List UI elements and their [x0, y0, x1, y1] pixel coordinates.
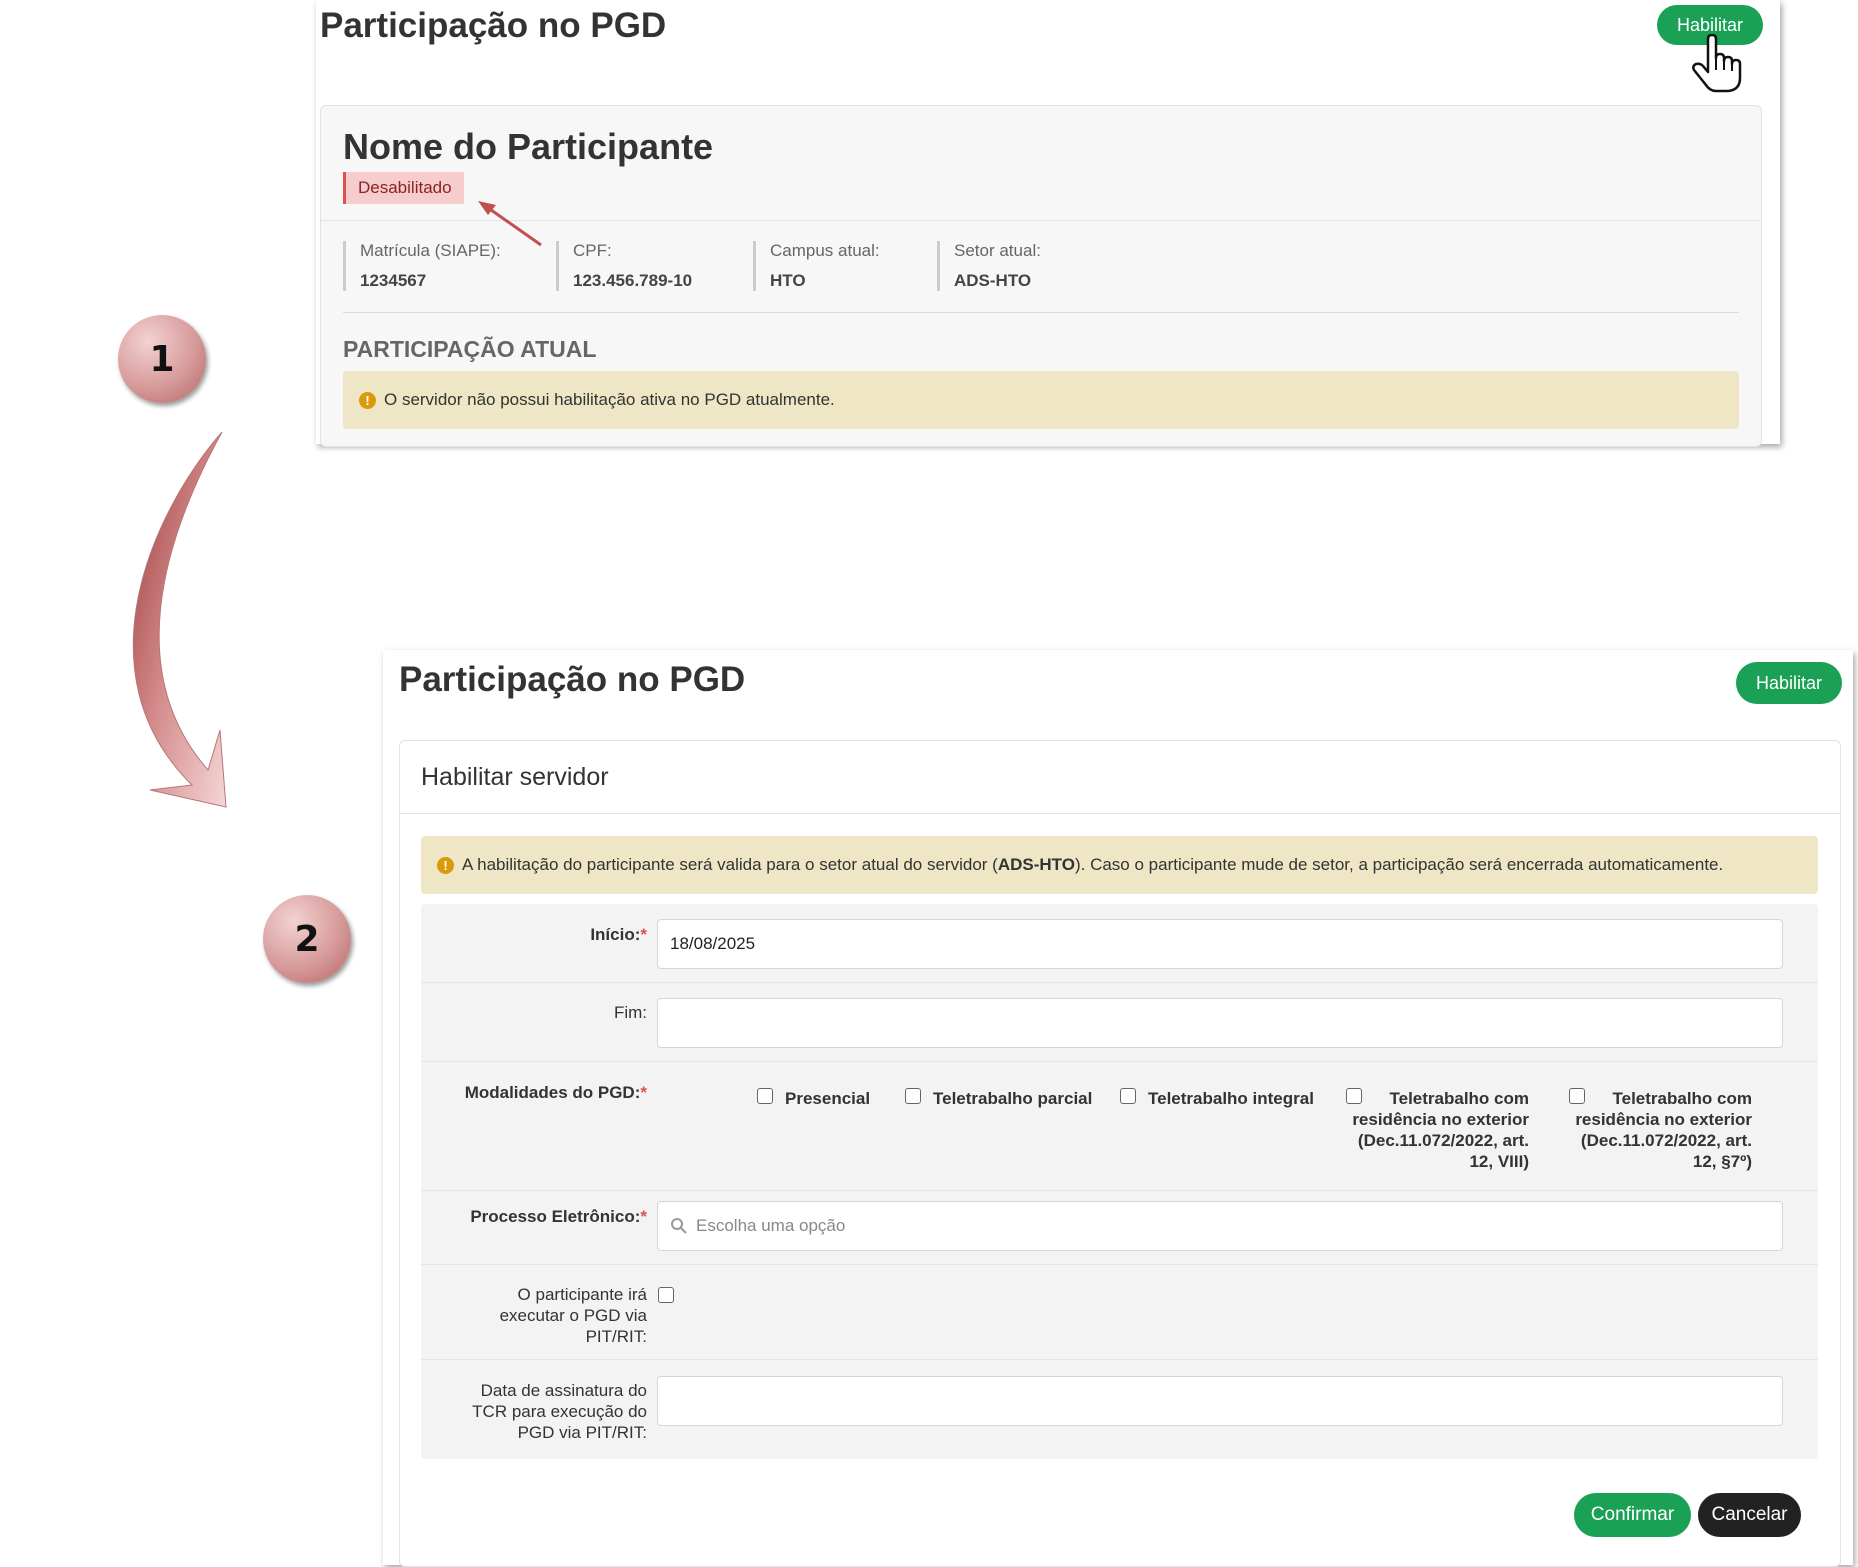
page-title: Participação no PGD: [399, 660, 746, 699]
pit-rit-label: O participante irá executar o PGD via PI…: [499, 1285, 647, 1346]
confirm-button[interactable]: Confirmar: [1574, 1493, 1691, 1537]
search-icon: [671, 1218, 687, 1234]
modalidades-label: Modalidades do PGD:*: [464, 1083, 647, 1102]
info-matricula: Matrícula (SIAPE): 1234567: [343, 241, 501, 291]
inicio-field[interactable]: 18/08/2025: [657, 919, 1783, 969]
warning-icon: !: [437, 856, 454, 874]
presencial-checkbox[interactable]: [757, 1088, 773, 1104]
info-value: 1234567: [360, 271, 427, 290]
info-value: ADS-HTO: [954, 271, 1032, 290]
teletrabalho-parcial-checkbox[interactable]: [905, 1088, 921, 1104]
teletrabalho-integral-label: Teletrabalho integral: [1148, 1089, 1314, 1108]
alert-text: A habilitação do participante será valid…: [462, 855, 1724, 874]
info-label: CPF:: [573, 241, 612, 260]
info-value: 123.456.789-10: [573, 271, 693, 290]
inicio-label: Início:*: [590, 925, 647, 944]
flow-arrow-icon: [132, 431, 227, 808]
info-label: Matrícula (SIAPE):: [360, 241, 501, 260]
pit-rit-checkbox[interactable]: [658, 1287, 674, 1303]
habilitar-card: Habilitar servidor ! A habilitação do pa…: [399, 740, 1841, 1567]
participant-name: Nome do Participante: [343, 126, 714, 167]
section-title: PARTICIPAÇÃO ATUAL: [343, 336, 597, 362]
info-label: Setor atual:: [954, 241, 1041, 260]
habilitar-button[interactable]: Habilitar: [1736, 662, 1842, 704]
teletrabalho-integral-checkbox[interactable]: [1120, 1088, 1136, 1104]
divider: [400, 813, 1840, 814]
setor-alert: ! A habilitação do participante será val…: [421, 836, 1818, 894]
info-campus: Campus atual: HTO: [753, 241, 880, 291]
habilitar-form: Início:* 18/08/2025 Fim: Modalidades do …: [421, 904, 1818, 1459]
presencial-label: Presencial: [785, 1089, 871, 1108]
processo-placeholder: Escolha uma opção: [696, 1216, 846, 1235]
step-2-marker: 2: [263, 895, 351, 983]
tcr-date-label: Data de assinatura do TCR para execução …: [472, 1381, 647, 1442]
divider: [421, 1359, 1818, 1360]
card-title: Habilitar servidor: [421, 763, 609, 791]
status-badge: Desabilitado: [343, 172, 464, 204]
no-participation-alert: ! O servidor não possui habilitação ativ…: [343, 371, 1739, 429]
processo-label: Processo Eletrônico:*: [470, 1207, 647, 1226]
divider: [343, 312, 1739, 313]
divider: [421, 1190, 1818, 1191]
warning-icon: !: [359, 391, 376, 409]
info-setor: Setor atual: ADS-HTO: [937, 241, 1041, 291]
info-cpf: CPF: 123.456.789-10: [556, 241, 692, 291]
fim-field[interactable]: [657, 998, 1783, 1048]
teletrabalho-exterior-viii-label: Teletrabalho com residência no exterior …: [1352, 1089, 1529, 1171]
step-2-screenshot: Participação no PGD Habilitar Habilitar …: [383, 650, 1853, 1567]
info-label: Campus atual:: [770, 241, 880, 260]
step-1-marker: 1: [118, 315, 206, 403]
teletrabalho-exterior-7-label: Teletrabalho com residência no exterior …: [1575, 1089, 1752, 1171]
alert-text: O servidor não possui habilitação ativa …: [384, 390, 835, 409]
divider: [421, 1061, 1818, 1062]
divider: [421, 982, 1818, 983]
step-1-screenshot: Participação no PGD Habilitar Nome do Pa…: [316, 0, 1780, 447]
info-value: HTO: [770, 271, 806, 290]
fim-label: Fim:: [613, 1003, 647, 1022]
teletrabalho-parcial-label: Teletrabalho parcial: [933, 1089, 1093, 1108]
tcr-date-field[interactable]: [657, 1376, 1783, 1426]
cancel-button[interactable]: Cancelar: [1698, 1493, 1801, 1537]
processo-select[interactable]: Escolha uma opção: [657, 1201, 1783, 1251]
divider: [421, 1264, 1818, 1265]
hand-cursor-icon: [1692, 34, 1742, 93]
participant-card: Nome do Participante Desabilitado Matríc…: [320, 105, 1762, 447]
page-title: Participação no PGD: [320, 6, 667, 45]
